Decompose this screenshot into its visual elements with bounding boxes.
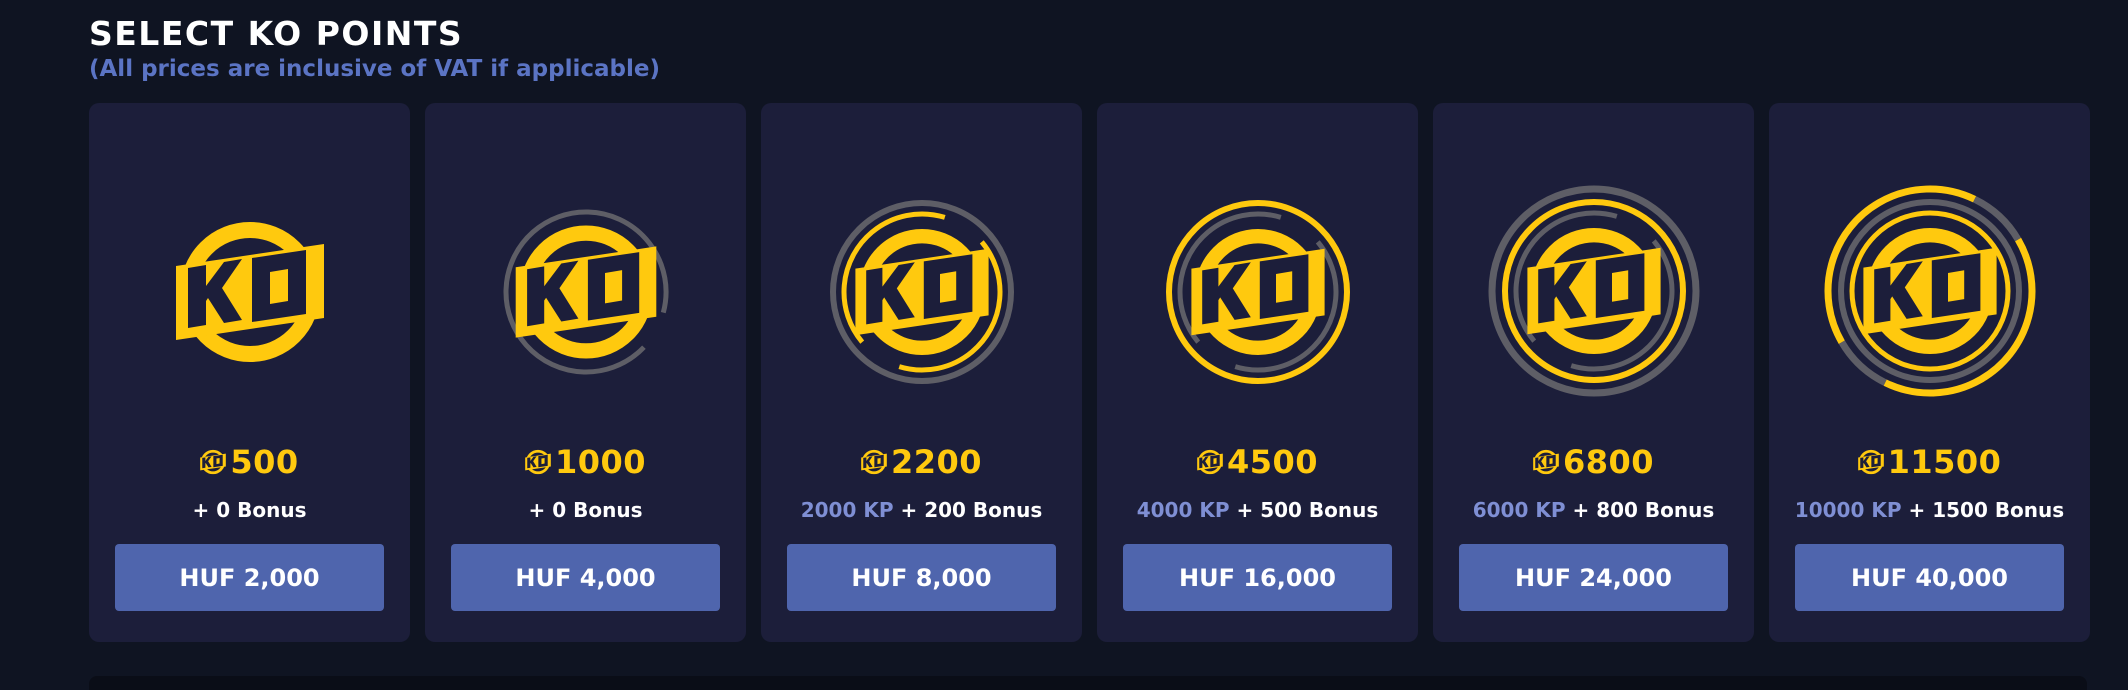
ko-coin-small-icon — [1532, 449, 1559, 475]
base-points: 10000 KP — [1794, 498, 1902, 522]
ko-coin-small-icon — [860, 449, 887, 475]
base-points: 2000 KP — [800, 498, 894, 522]
package-card: 6800 6000 KP + 800 Bonus HUF 24,000 — [1433, 103, 1754, 642]
bonus-points: + 0 Bonus — [528, 498, 643, 522]
ko-coin-small-icon — [524, 449, 551, 475]
buy-button[interactable]: HUF 2,000 — [115, 544, 384, 611]
points-amount: 4500 — [1097, 443, 1418, 481]
bonus-text: + 0 Bonus — [89, 498, 410, 522]
ko-coin-icon — [1824, 185, 2035, 397]
bonus-text: + 0 Bonus — [425, 498, 746, 522]
page-title: SELECT KO POINTS — [89, 14, 464, 53]
points-value: 11500 — [1887, 443, 2002, 481]
package-card: 1000 + 0 Bonus HUF 4,000 — [425, 103, 746, 642]
ko-coin-small-icon — [1196, 449, 1223, 475]
ko-coin-small-icon — [200, 449, 227, 475]
bonus-text: 2000 KP + 200 Bonus — [761, 498, 1082, 522]
page-header: SELECT KO POINTS (All prices are inclusi… — [89, 14, 660, 82]
package-card: 500 + 0 Bonus HUF 2,000 — [89, 103, 410, 642]
bonus-points: + 800 Bonus — [1572, 498, 1715, 522]
ko-coin-icon — [1488, 185, 1699, 397]
package-card: 2200 2000 KP + 200 Bonus HUF 8,000 — [761, 103, 1082, 642]
buy-button[interactable]: HUF 16,000 — [1123, 544, 1392, 611]
ko-coin-icon — [503, 209, 668, 375]
points-amount: 1000 — [425, 443, 746, 481]
points-value: 6800 — [1562, 443, 1655, 481]
ko-coin-icon — [829, 200, 1014, 384]
package-card: 4500 4000 KP + 500 Bonus HUF 16,000 — [1097, 103, 1418, 642]
bonus-text: 6000 KP + 800 Bonus — [1433, 498, 1754, 522]
ko-coin-icon — [1165, 200, 1350, 384]
base-points: 6000 KP — [1472, 498, 1566, 522]
points-amount: 6800 — [1433, 443, 1754, 481]
points-value: 2200 — [890, 443, 983, 481]
points-amount: 11500 — [1769, 443, 2090, 481]
points-value: 1000 — [554, 443, 647, 481]
bonus-points: + 200 Bonus — [900, 498, 1043, 522]
base-points: 4000 KP — [1136, 498, 1230, 522]
buy-button[interactable]: HUF 4,000 — [451, 544, 720, 611]
package-list: 500 + 0 Bonus HUF 2,000 1000 + 0 Bonus H… — [89, 103, 2090, 642]
bonus-points: + 500 Bonus — [1236, 498, 1379, 522]
bonus-points: + 1500 Bonus — [1908, 498, 2065, 522]
points-amount: 2200 — [761, 443, 1082, 481]
bonus-points: + 0 Bonus — [192, 498, 307, 522]
package-card: 11500 10000 KP + 1500 Bonus HUF 40,000 — [1769, 103, 2090, 642]
buy-button[interactable]: HUF 8,000 — [787, 544, 1056, 611]
buy-button[interactable]: HUF 24,000 — [1459, 544, 1728, 611]
ko-coin-small-icon — [1857, 449, 1884, 475]
points-amount: 500 — [89, 443, 410, 481]
bonus-text: 10000 KP + 1500 Bonus — [1769, 498, 2090, 522]
points-value: 4500 — [1226, 443, 1319, 481]
ko-coin-icon — [175, 217, 325, 367]
points-value: 500 — [230, 443, 299, 481]
bonus-text: 4000 KP + 500 Bonus — [1097, 498, 1418, 522]
buy-button[interactable]: HUF 40,000 — [1795, 544, 2064, 611]
vat-note: (All prices are inclusive of VAT if appl… — [89, 56, 660, 82]
